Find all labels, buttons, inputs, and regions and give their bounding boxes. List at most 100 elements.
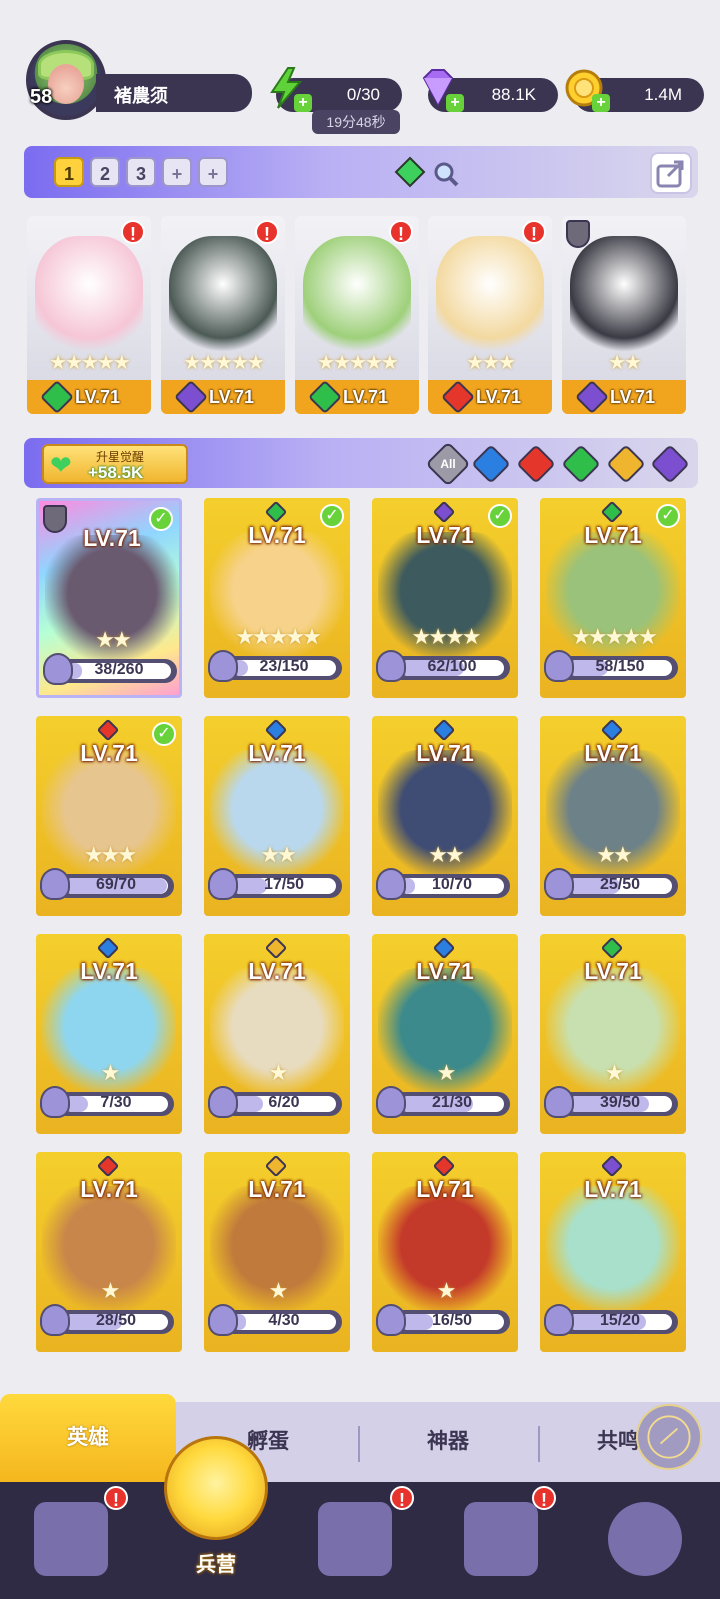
hero-card[interactable]: LV.71 ✓ ★★★★★ 23/150	[204, 498, 350, 698]
gold-resource[interactable]: + 1.4M	[565, 69, 704, 112]
element-icon	[96, 1154, 120, 1178]
element-icon	[600, 718, 624, 742]
element-icon	[264, 500, 288, 524]
player-name-pill[interactable]: 褚農须	[96, 74, 252, 112]
fragment-count: 6/20	[268, 1094, 300, 1111]
filter-element-3-icon[interactable]	[561, 444, 601, 484]
tab-heroes[interactable]: 英雄	[0, 1394, 176, 1482]
gem-plus-icon: +	[446, 94, 464, 112]
hero-card[interactable]: LV.71 ★ 28/50	[36, 1152, 182, 1352]
filter-element-2-icon[interactable]	[516, 444, 556, 484]
hero-card[interactable]: LV.71 ✓ ★★★★★ 58/150	[540, 498, 686, 698]
hero-stars: ★★★	[83, 842, 137, 867]
floating-compass-button[interactable]	[636, 1404, 702, 1470]
hero-stars: ★★★	[466, 352, 516, 374]
fragment-progress: 17/50	[208, 868, 342, 900]
tab-artifact[interactable]: 神器	[360, 1402, 536, 1482]
hero-level: LV.71	[248, 958, 306, 984]
nav-map[interactable]	[310, 1494, 400, 1584]
upstar-awaken-button[interactable]: ❤ 升星觉醒 +58.5K	[42, 444, 188, 484]
element-icon	[264, 936, 288, 960]
hero-card[interactable]: LV.71 ★ 6/20	[204, 934, 350, 1134]
check-icon: ✓	[488, 504, 512, 528]
fragment-count: 28/50	[95, 1312, 137, 1329]
energy-value: 0/30	[346, 85, 380, 104]
hero-stars: ★	[604, 1060, 625, 1085]
hero-card[interactable]: LV.71 ★ 7/30	[36, 934, 182, 1134]
magnifier-icon[interactable]	[432, 160, 460, 188]
fragment-progress: 23/150	[208, 650, 342, 682]
hero-level: LV.71	[80, 958, 138, 984]
hero-level: LV.71	[416, 1176, 474, 1202]
hero-card[interactable]: LV.71 15/20	[540, 1152, 686, 1352]
nav-cards[interactable]	[26, 1494, 116, 1584]
team-tab-add-1[interactable]: +	[162, 157, 192, 187]
fragment-count: 69/70	[95, 876, 137, 893]
team-tab-2[interactable]: 2	[90, 157, 120, 187]
fragment-count: 7/30	[100, 1094, 132, 1111]
team-tab-3[interactable]: 3	[126, 157, 156, 187]
hero-stars: ★	[100, 1278, 121, 1303]
gold-value: 1.4M	[644, 85, 682, 104]
fragment-count: 10/70	[431, 876, 473, 893]
hero-level: LV.71	[248, 1176, 306, 1202]
hero-level: LV.71	[584, 1176, 642, 1202]
check-icon: ✓	[149, 507, 173, 531]
hero-card[interactable]: LV.71 ★★ 25/50	[540, 716, 686, 916]
hero-stars: ★★	[428, 842, 464, 867]
alert-icon: !	[121, 220, 145, 244]
hero-card[interactable]: LV.71 ★ 21/30	[372, 934, 518, 1134]
top-bar: 褚農须 58 + 0/30 19分48秒 + 88.1K + 1.4M	[0, 0, 720, 140]
team-hero-card[interactable]: ★★ LV.71	[562, 216, 686, 414]
check-icon: ✓	[152, 722, 176, 746]
hero-stars: ★	[436, 1060, 457, 1085]
element-icon	[600, 936, 624, 960]
filter-element-4-icon[interactable]	[606, 444, 646, 484]
nav-temple[interactable]	[456, 1494, 546, 1584]
hero-level: LV.71	[416, 958, 474, 984]
element-icon	[600, 500, 624, 524]
gem-resource[interactable]: + 88.1K	[422, 69, 558, 112]
alert-icon: !	[389, 220, 413, 244]
hero-card[interactable]: LV.71 ★ 4/30	[204, 1152, 350, 1352]
fragment-progress: 15/20	[544, 1304, 678, 1336]
fragment-count: 4/30	[268, 1312, 300, 1329]
hero-stars: ★★	[95, 627, 131, 652]
hero-card[interactable]: LV.71 ★★ 10/70	[372, 716, 518, 916]
team-hero-card[interactable]: ★★★ LV.71 !	[428, 216, 552, 414]
hero-portrait	[35, 236, 143, 356]
filter-element-1-icon[interactable]	[471, 444, 511, 484]
hero-card[interactable]: LV.71 ★★ 17/50	[204, 716, 350, 916]
share-icon[interactable]	[650, 152, 692, 194]
hero-card[interactable]: LV.71 ★ 16/50	[372, 1152, 518, 1352]
nav-barracks[interactable]: 兵营	[156, 1436, 276, 1599]
team-hero-card[interactable]: ★★★★★ LV.71 !	[27, 216, 151, 414]
hero-portrait	[570, 236, 678, 356]
energy-resource[interactable]: + 0/30	[270, 67, 402, 112]
element-icon	[432, 1154, 456, 1178]
team-tab-1[interactable]: 1	[54, 157, 84, 187]
filter-element-5-icon[interactable]	[650, 444, 690, 484]
nav-mushroom[interactable]	[600, 1494, 690, 1584]
hero-stars: ★★★★	[411, 624, 482, 649]
green-gem-icon[interactable]	[394, 156, 426, 188]
check-icon: ✓	[656, 504, 680, 528]
team-hero-card[interactable]: ★★★★★ LV.71 !	[161, 216, 285, 414]
fragment-count: 17/50	[263, 876, 305, 893]
hero-level: LV.71	[584, 740, 642, 766]
team-tab-add-2[interactable]: +	[198, 157, 228, 187]
filter-all-button[interactable]: All	[425, 441, 471, 487]
element-icon	[264, 718, 288, 742]
hero-level: LV.71	[416, 740, 474, 766]
hero-card[interactable]: LV.71 ✓ ★★ 38/260	[36, 498, 182, 698]
sub-tabs: 英雄 孵蛋 神器 共鸣	[0, 1394, 720, 1482]
hero-card[interactable]: LV.71 ✓ ★★★ 69/70	[36, 716, 182, 916]
fragment-count: 23/150	[259, 658, 309, 675]
hero-card[interactable]: LV.71 ✓ ★★★★ 62/100	[372, 498, 518, 698]
heart-icon: ❤	[50, 450, 72, 480]
team-hero-card[interactable]: ★★★★★ LV.71 !	[295, 216, 419, 414]
hero-card[interactable]: LV.71 ★ 39/50	[540, 934, 686, 1134]
hero-stars: ★★★★★	[571, 624, 658, 649]
hero-level: LV.71	[476, 387, 522, 407]
hero-level: LV.71	[584, 958, 642, 984]
